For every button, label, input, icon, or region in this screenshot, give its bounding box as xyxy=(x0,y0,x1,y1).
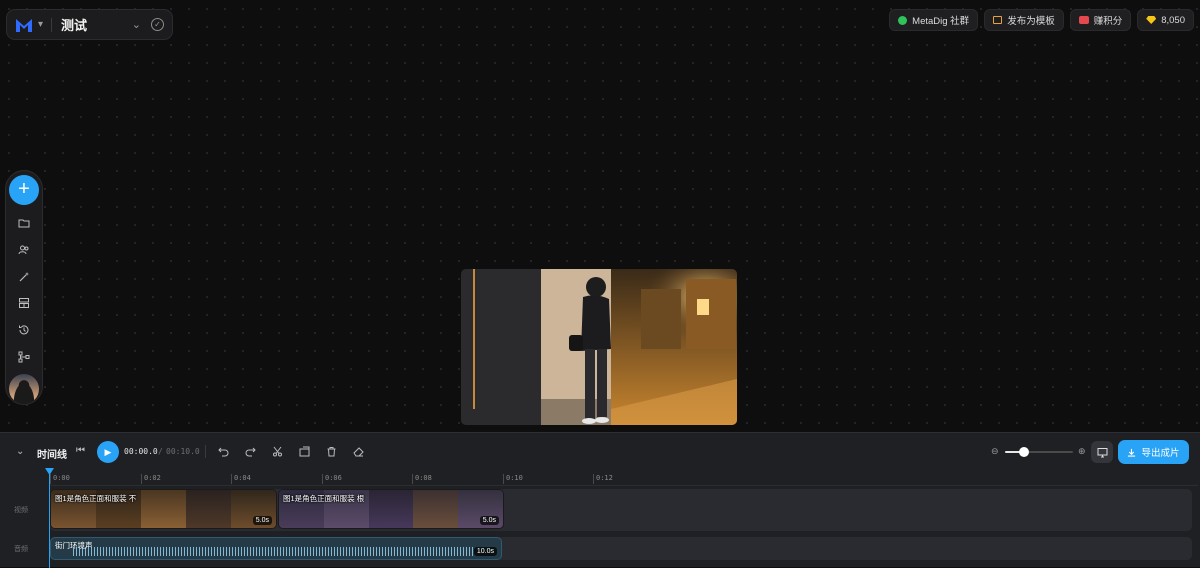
wechat-icon xyxy=(898,15,908,25)
time-ruler[interactable]: 0:00 0:02 0:04 0:06 0:08 0:10 0:12 xyxy=(50,471,1200,485)
download-icon xyxy=(1128,448,1136,457)
saved-check-icon: ✓ xyxy=(151,18,164,31)
video-clip[interactable]: 图1是角色正面和服装 不 5.0s xyxy=(50,489,277,529)
logo-dropdown-icon[interactable]: ▾ xyxy=(38,19,43,30)
ruler-tick-label: 0:02 xyxy=(144,474,161,482)
users-icon[interactable] xyxy=(9,236,39,263)
ruler-tick-label: 0:06 xyxy=(325,474,342,482)
media-replace-icon[interactable] xyxy=(297,444,311,458)
undo-icon[interactable] xyxy=(216,444,230,458)
flow-icon[interactable] xyxy=(9,343,39,370)
timeline-panel: ⌄ 时间线 ⏮ ▶ 00:00.0 / 00:10.0 ⊖ ⊕ 导出成片 0:0… xyxy=(0,432,1200,568)
ruler-tick-label: 0:00 xyxy=(53,474,70,482)
ruler-tick-label: 0:12 xyxy=(596,474,613,482)
total-time: 00:10.0 xyxy=(166,447,200,456)
layout-icon[interactable] xyxy=(9,290,39,317)
clip-duration: 5.0s xyxy=(479,516,499,525)
skip-back-icon[interactable]: ⏮ xyxy=(76,445,85,456)
zoom-slider-knob[interactable] xyxy=(1019,447,1030,457)
export-button[interactable]: 导出成片 xyxy=(1118,440,1189,464)
divider xyxy=(205,445,206,458)
community-label: MetaDig 社群 xyxy=(912,16,970,27)
chevron-down-icon[interactable]: ⌄ xyxy=(132,18,141,31)
time-separator: / xyxy=(158,447,163,456)
clip-label: 图1是角色正面和服装 根 xyxy=(283,494,365,503)
community-button[interactable]: MetaDig 社群 xyxy=(889,9,979,31)
preview-image xyxy=(461,269,737,425)
redo-icon[interactable] xyxy=(243,444,257,458)
diamond-icon xyxy=(1146,16,1157,24)
audio-waveform xyxy=(73,547,475,556)
magic-wand-icon[interactable] xyxy=(9,263,39,290)
audio-clip[interactable]: 街门环境声 10.0s xyxy=(50,537,502,560)
project-header: ▾ 测试 ⌄ ✓ xyxy=(6,9,173,40)
credits-value: 8,050 xyxy=(1161,14,1185,26)
earn-points-button[interactable]: 赚积分 xyxy=(1069,9,1132,31)
video-track[interactable]: 图1是角色正面和服装 不 5.0s 图1是角色正面和服装 根 5.0s xyxy=(50,489,1192,531)
history-icon[interactable] xyxy=(9,317,39,344)
points-icon xyxy=(1078,16,1089,24)
add-button[interactable]: + xyxy=(9,175,39,205)
top-right-actions: MetaDig 社群 发布为模板 赚积分 8,050 xyxy=(889,9,1194,31)
play-button[interactable]: ▶ xyxy=(97,441,119,463)
trash-icon[interactable] xyxy=(324,444,338,458)
tool-rail: + xyxy=(5,170,43,405)
audio-clip-label: 街门环境声 xyxy=(55,541,93,550)
audio-track-label: 音频 xyxy=(14,546,28,553)
export-label: 导出成片 xyxy=(1141,448,1180,459)
project-title[interactable]: 测试 xyxy=(61,15,132,34)
divider xyxy=(51,17,53,32)
audio-duration: 10.0s xyxy=(473,547,497,556)
monitor-icon xyxy=(1097,447,1107,457)
zoom-out-icon[interactable]: ⊖ xyxy=(991,446,999,457)
avatar[interactable] xyxy=(9,374,39,404)
folder-icon[interactable] xyxy=(9,210,39,237)
publish-template-button[interactable]: 发布为模板 xyxy=(984,9,1064,31)
zoom-in-icon[interactable]: ⊕ xyxy=(1078,446,1086,457)
zoom-slider[interactable] xyxy=(1005,447,1073,457)
app-logo-icon[interactable] xyxy=(15,17,33,33)
clip-duration: 5.0s xyxy=(252,516,272,525)
publish-template-label: 发布为模板 xyxy=(1007,16,1055,27)
timeline-title: 时间线 xyxy=(37,450,67,461)
ruler-divider xyxy=(50,485,1198,486)
ruler-tick-label: 0:08 xyxy=(415,474,432,482)
credits-button[interactable]: 8,050 xyxy=(1137,9,1194,31)
playhead[interactable] xyxy=(49,470,50,568)
current-time: 00:00.0 xyxy=(124,447,158,456)
timeline-toolbar: ⌄ 时间线 ⏮ ▶ 00:00.0 / 00:10.0 ⊖ ⊕ 导出成片 xyxy=(0,433,1200,471)
scissors-icon[interactable] xyxy=(270,444,284,458)
eraser-icon[interactable] xyxy=(351,444,365,458)
collapse-chevron-icon[interactable]: ⌄ xyxy=(16,446,24,457)
monitor-button[interactable] xyxy=(1091,441,1113,463)
ruler-tick-label: 0:04 xyxy=(234,474,251,482)
earn-points-label: 赚积分 xyxy=(1093,16,1123,27)
clip-label: 图1是角色正面和服装 不 xyxy=(55,494,137,503)
video-clip[interactable]: 图1是角色正面和服装 根 5.0s xyxy=(278,489,504,529)
template-icon xyxy=(993,16,1003,24)
video-track-label: 视频 xyxy=(14,507,28,514)
ruler-tick-label: 0:10 xyxy=(506,474,523,482)
